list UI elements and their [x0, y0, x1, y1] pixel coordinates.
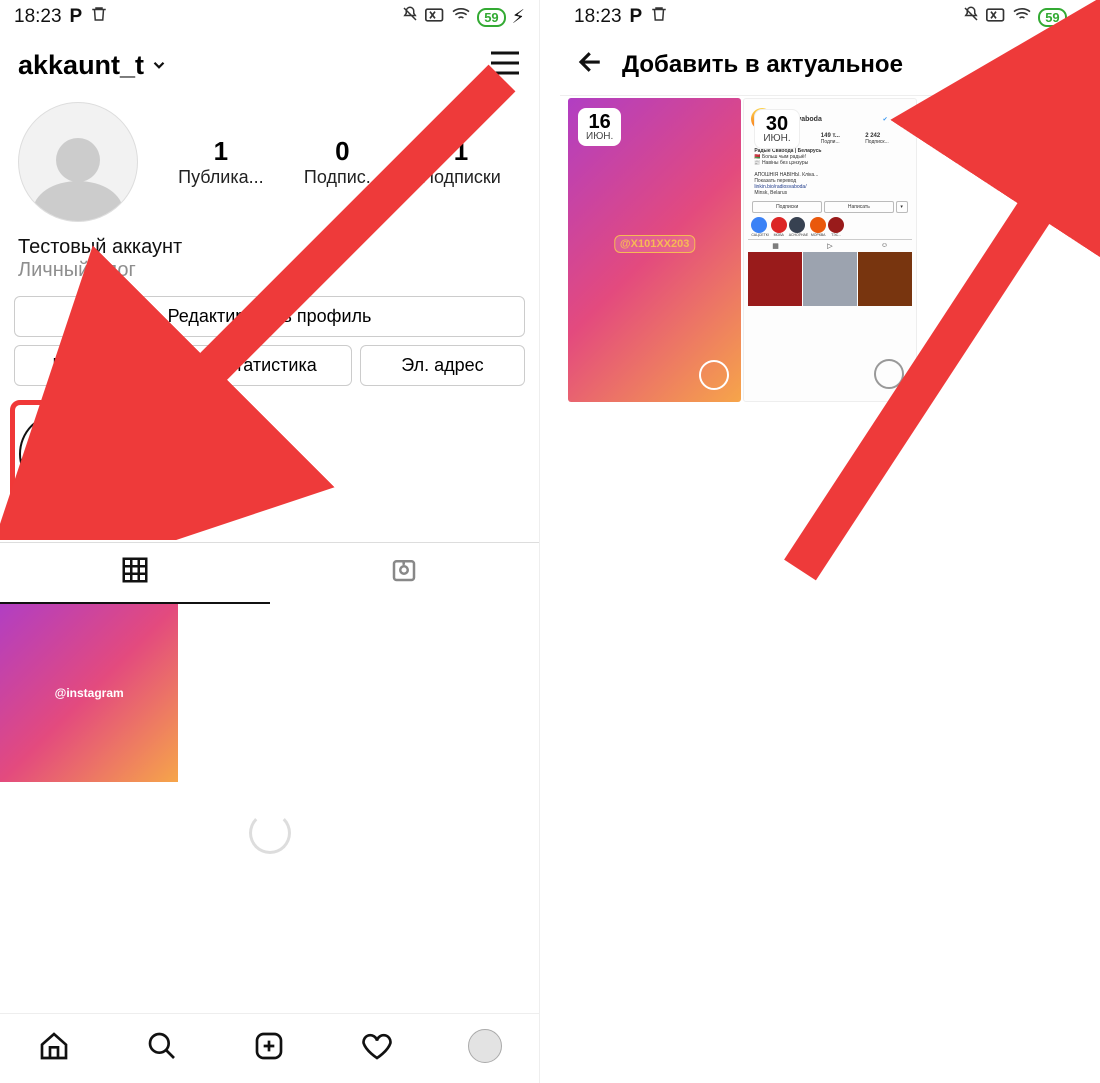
add-highlight-button[interactable]: Добавить — [19, 413, 101, 519]
highlight-thumbnail — [126, 408, 208, 490]
back-button[interactable] — [576, 47, 606, 82]
profile-bio: Тестовый аккаунт Личный блог — [0, 228, 539, 296]
mini-tagged-icon: ☺ — [857, 240, 911, 252]
category: Личный блог — [18, 259, 521, 282]
profile-tabs — [0, 542, 539, 604]
email-button[interactable]: Эл. адрес — [360, 345, 525, 386]
add-highlight-label: Добавить — [19, 501, 101, 519]
mini-reels-icon: ▷ — [803, 240, 857, 252]
username-switcher[interactable]: akkaunt_t — [18, 50, 168, 81]
trash-icon — [650, 5, 668, 29]
chevron-down-icon — [150, 50, 168, 81]
bottom-nav — [0, 1013, 539, 1083]
profile-avatar[interactable] — [18, 102, 138, 222]
story-mention-text: @X101XX203 — [614, 235, 695, 253]
battery-box-icon — [986, 6, 1006, 28]
posts-grid: @instagram — [0, 604, 539, 782]
select-title: Добавить в актуальное — [622, 51, 1004, 79]
mini-grid-icon: ▦ — [748, 240, 802, 252]
display-name: Тестовый аккаунт — [18, 236, 521, 259]
story-date-badge: 16 ИЮН. — [578, 108, 621, 146]
mute-icon — [401, 5, 419, 29]
verified-icon: ✔ — [883, 116, 888, 123]
post-tag-text: @instagram — [55, 686, 124, 700]
stats-button[interactable]: Статистика — [187, 345, 352, 386]
status-p-icon: P — [630, 6, 643, 28]
tab-grid[interactable] — [0, 543, 270, 604]
nav-search[interactable] — [140, 1030, 184, 1067]
nav-home[interactable] — [32, 1030, 76, 1067]
hamburger-menu-button[interactable] — [489, 50, 521, 81]
profile-stats-row: 1 Публика... 0 Подпис... 1 Подписки — [0, 96, 539, 228]
stories-grid: 16 ИЮН. @X101XX203 30 ИЮН. radiosvaboda … — [560, 96, 1100, 404]
status-time: 18:23 — [574, 6, 622, 28]
stat-posts[interactable]: 1 Публика... — [178, 136, 263, 188]
status-time: 18:23 — [14, 6, 62, 28]
promo-button[interactable]: Промоак... — [14, 345, 179, 386]
spinner-icon — [249, 812, 291, 854]
highlight-1-label: Актуальное — [126, 496, 212, 514]
battery-level: 59 — [1038, 8, 1066, 27]
avatar-small-icon — [468, 1029, 502, 1063]
story-select-ring — [874, 359, 904, 389]
loading-spinner — [0, 782, 539, 889]
story-date-badge: 30 ИЮН. — [754, 109, 799, 149]
plus-circle-icon — [19, 413, 101, 495]
status-bar: 18:23 P 59 ⚡︎ — [0, 0, 539, 34]
tutorial-highlight-box: Добавить — [10, 400, 110, 528]
edit-profile-button[interactable]: Редактировать профиль — [14, 296, 525, 337]
next-button[interactable]: Далее — [1020, 52, 1084, 78]
story-card-2[interactable]: 30 ИЮН. radiosvaboda ✔ ⋮ 11 тыс.Публи...… — [743, 98, 916, 402]
charging-icon: ⚡︎ — [1073, 6, 1086, 29]
username-text: akkaunt_t — [18, 50, 144, 81]
mute-icon — [962, 5, 980, 29]
wifi-icon — [451, 6, 471, 28]
highlights-row: Добавить Актуальное — [0, 394, 539, 542]
select-header: Добавить в актуальное Далее — [560, 34, 1100, 96]
tab-tagged[interactable] — [270, 543, 540, 604]
status-bar: 18:23 P 59 ⚡︎ — [560, 0, 1100, 34]
story-card-1[interactable]: 16 ИЮН. @X101XX203 — [568, 98, 741, 402]
battery-level: 59 — [477, 8, 505, 27]
highlight-item-1[interactable]: Актуальное — [126, 408, 212, 524]
nav-activity[interactable] — [355, 1030, 399, 1067]
stat-following[interactable]: 1 Подписки — [421, 136, 501, 188]
status-p-icon: P — [70, 6, 83, 28]
phone-select-screen: 18:23 P 59 ⚡︎ Добавить в акт — [560, 0, 1100, 1083]
story-select-ring — [699, 360, 729, 390]
more-icon: ⋮ — [891, 114, 909, 125]
phone-profile-screen: 18:23 P 59 ⚡︎ akkaunt_t — [0, 0, 540, 1083]
post-thumbnail[interactable]: @instagram — [0, 604, 178, 782]
charging-icon: ⚡︎ — [512, 6, 525, 29]
nav-profile[interactable] — [463, 1029, 507, 1068]
nav-add[interactable] — [247, 1030, 291, 1067]
trash-icon — [90, 5, 108, 29]
wifi-icon — [1012, 6, 1032, 28]
battery-box-icon — [425, 6, 445, 28]
stat-followers[interactable]: 0 Подпис... — [304, 136, 381, 188]
profile-header: akkaunt_t — [0, 34, 539, 96]
